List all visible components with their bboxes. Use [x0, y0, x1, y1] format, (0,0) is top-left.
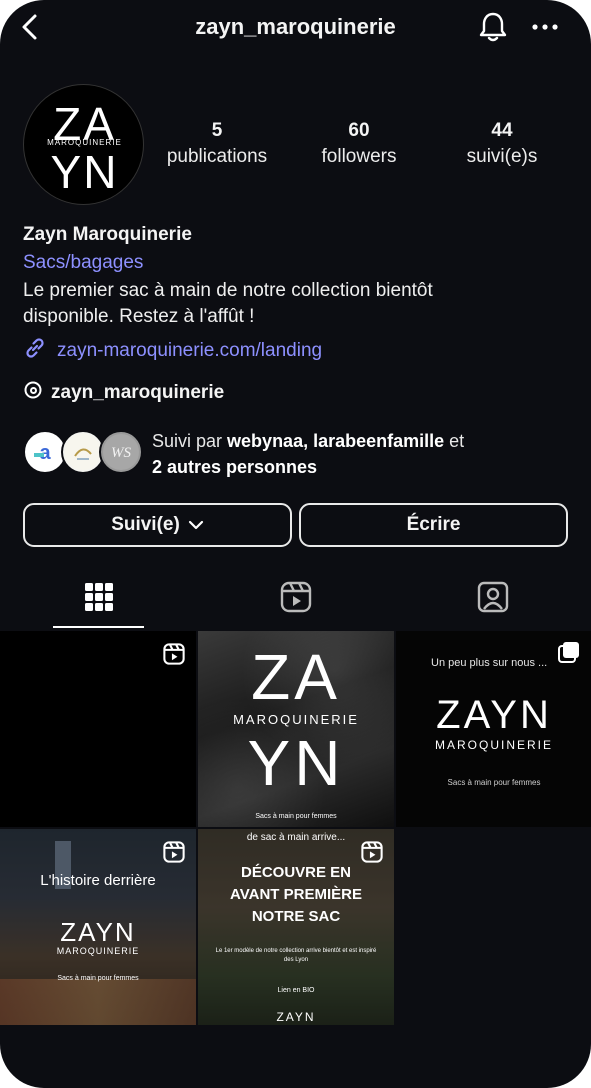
tab-active-indicator — [53, 626, 144, 628]
followed-by-mid: et — [444, 431, 465, 451]
post4-subtitle: Sacs à main pour femmes — [57, 975, 139, 982]
stat-followers[interactable]: 60 followers — [289, 120, 429, 168]
threads-icon — [23, 380, 43, 406]
post5-cta: Lien en BIO — [277, 987, 315, 994]
post2-logo-mid: MAROQUINERIE — [233, 712, 359, 727]
message-button[interactable]: Écrire — [299, 503, 568, 547]
post-tile-5[interactable]: de sac à main arrive... DÉCOUVRE EN AVAN… — [198, 829, 394, 1025]
post2-subtitle: Sacs à main pour femmes — [255, 813, 337, 820]
post3-subtitle: Sacs à main pour femmes — [447, 778, 541, 787]
post-tile-2[interactable]: ZA MAROQUINERIE YN Sacs à main pour femm… — [198, 631, 394, 827]
profile-bio: Le premier sac à main de notre collectio… — [23, 280, 433, 327]
following-button[interactable]: Suivi(e) — [23, 503, 292, 547]
post3-heading: Un peu plus sur nous ... — [431, 657, 548, 669]
post-tile-1[interactable] — [0, 631, 196, 827]
tab-reels[interactable] — [250, 580, 341, 618]
post3-logo-sub: MAROQUINERIE — [434, 738, 553, 752]
avatar-logo-bottom: YN — [50, 146, 119, 198]
profile-link-text: zayn-maroquinerie.com/landing — [57, 340, 323, 361]
reel-badge-icon — [163, 841, 185, 863]
profile-screen: zayn_maroquinerie ZA MAROQUINERIE YN 5 p… — [0, 0, 591, 1088]
stat-label: publications — [166, 146, 268, 167]
post-tile-3[interactable]: Un peu plus sur nous ... ZAYN MAROQUINER… — [396, 631, 591, 827]
tagged-person-icon — [477, 581, 509, 618]
stat-value: 44 — [491, 120, 513, 141]
post2-logo-bottom: YN — [247, 727, 345, 799]
tab-tagged[interactable] — [447, 580, 538, 618]
post5-fine-print: Le 1er modèle de notre collection arrive… — [215, 948, 377, 963]
following-label: Suivi(e) — [111, 514, 180, 535]
post3-logo: ZAYN — [436, 693, 552, 737]
post5-footer-logo: ZAYN — [276, 1010, 316, 1024]
notifications-bell-icon[interactable] — [476, 10, 510, 44]
svg-text:WS: WS — [111, 445, 131, 461]
stat-label: suivi(e)s — [466, 146, 538, 167]
more-options-icon[interactable] — [528, 12, 562, 42]
post2-logo-top: ZA — [251, 641, 341, 713]
post4-logo-sub: MAROQUINERIE — [56, 946, 140, 956]
post-tile-4[interactable]: L'histoire derrière ZAYN MAROQUINERIE Sa… — [0, 829, 196, 1025]
chevron-down-icon — [188, 514, 204, 536]
post5-headline-1: DÉCOUVRE EN — [240, 864, 352, 881]
tab-grid[interactable] — [53, 580, 144, 618]
profile-link[interactable]: zayn-maroquinerie.com/landing — [23, 336, 322, 366]
profile-avatar[interactable]: ZA MAROQUINERIE YN — [23, 84, 144, 205]
stat-label: followers — [321, 146, 397, 167]
mutual-followers-avatars[interactable]: a WS — [23, 430, 143, 476]
threads-handle: zayn_maroquinerie — [51, 382, 225, 403]
link-icon — [23, 336, 47, 366]
followed-by-more: 2 autres personnes — [152, 457, 318, 477]
message-label: Écrire — [406, 514, 461, 535]
mutual-avatar-3: WS — [99, 430, 143, 474]
stat-publications[interactable]: 5 publications — [147, 120, 287, 168]
followed-by-prefix: Suivi par — [152, 431, 228, 451]
stat-value: 60 — [348, 120, 370, 141]
reel-badge-icon — [361, 841, 383, 863]
post5-headline-3: NOTRE SAC — [251, 908, 341, 925]
followed-by-names: webynaa, larabeenfamille — [227, 431, 445, 451]
post4-logo: ZAYN — [60, 917, 136, 947]
post5-headline-2: AVANT PREMIÈRE — [230, 886, 362, 903]
carousel-badge-icon — [558, 641, 580, 668]
post4-heading: L'histoire derrière — [40, 872, 156, 889]
threads-badge[interactable]: zayn_maroquinerie — [23, 380, 224, 406]
rooftops-shape — [0, 979, 196, 1025]
stat-value: 5 — [211, 120, 223, 141]
followed-by-text[interactable]: Suivi par webynaa, larabeenfamille et 2 … — [152, 428, 552, 480]
grid-icon — [84, 582, 114, 617]
reels-icon — [280, 581, 312, 618]
reel-badge-icon — [163, 643, 185, 665]
stat-following[interactable]: 44 suivi(e)s — [432, 120, 572, 168]
profile-name: Zayn Maroquinerie — [23, 224, 192, 245]
profile-category[interactable]: Sacs/bagages — [23, 252, 143, 274]
